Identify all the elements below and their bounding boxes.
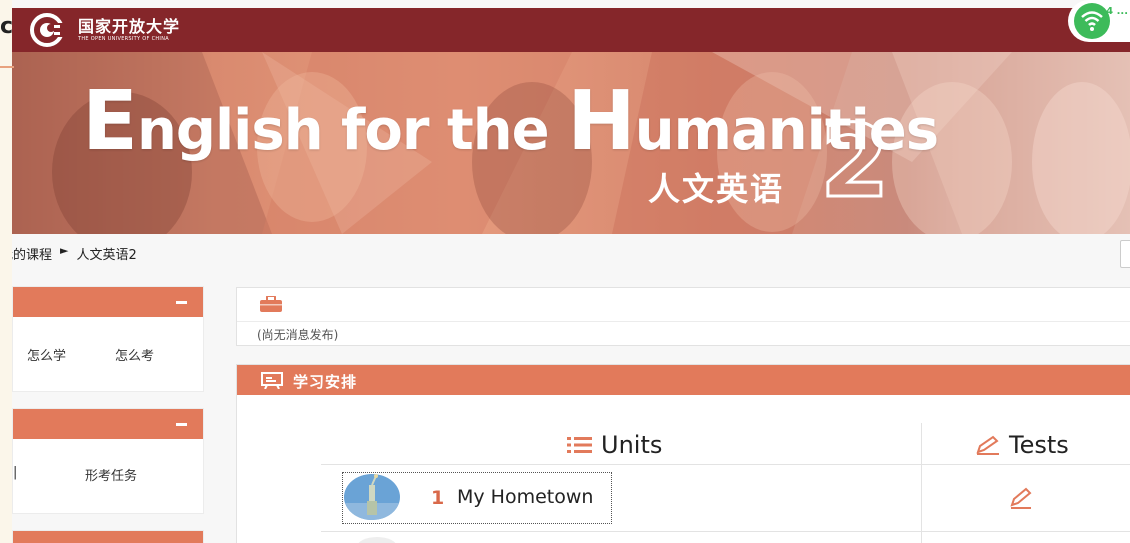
banner-course-title-cn: 人文英语	[648, 170, 785, 208]
unit-link-my-hometown[interactable]: 1 My Hometown	[342, 472, 612, 524]
browser-viewport: 国家开放大学 THE OPEN UNIVERSITY OF CHINA Engl…	[12, 0, 1130, 543]
schedule-icon	[261, 372, 283, 389]
edge-accent-line	[0, 66, 14, 68]
banner-course-number: 2	[819, 103, 892, 220]
sidebar-panel-header	[13, 287, 203, 317]
site-header: 国家开放大学 THE OPEN UNIVERSITY OF CHINA	[12, 8, 1130, 52]
list-icon	[567, 437, 592, 453]
next-unit-thumbnail[interactable]	[357, 537, 397, 543]
sidebar-item-how-to-exam[interactable]: 怎么考	[115, 345, 154, 364]
pencil-icon	[976, 435, 999, 455]
table-header-divider	[321, 464, 1130, 465]
tests-column-label: Tests	[1009, 431, 1069, 459]
study-schedule-panel: 学习安排 Units Tests 1 My Hometown	[236, 364, 1130, 543]
breadcrumb: 我的课程 ► 人文英语2	[12, 244, 137, 263]
collapse-icon[interactable]	[176, 301, 187, 304]
sidebar-panel-header	[13, 531, 203, 543]
statue-of-liberty-thumbnail	[344, 474, 400, 520]
column-divider	[921, 423, 922, 543]
university-name-en: THE OPEN UNIVERSITY OF CHINA	[78, 35, 169, 42]
sidebar-item-divider: |	[13, 465, 18, 480]
notice-icon	[260, 296, 282, 312]
breadcrumb-separator: ►	[60, 244, 69, 257]
unit-title: My Hometown	[457, 486, 594, 508]
network-status-overlay: 4 ...	[1068, 0, 1130, 42]
sidebar-panel-tasks: | 形考任务	[12, 408, 204, 514]
study-schedule-header: 学习安排	[237, 365, 1130, 395]
study-schedule-title: 学习安排	[293, 373, 358, 391]
sidebar-item-formative-tasks[interactable]: 形考任务	[85, 465, 137, 484]
units-column-label: Units	[601, 431, 663, 459]
university-name: 国家开放大学	[78, 16, 181, 36]
collapse-icon[interactable]	[176, 423, 187, 426]
sidebar-panel-header	[13, 409, 203, 439]
sidebar-panel-guide: 怎么学 怎么考	[12, 286, 204, 392]
units-column-header: Units	[567, 431, 662, 459]
network-status-text: 4 ...	[1106, 6, 1128, 17]
breadcrumb-current-course: 人文英语2	[76, 248, 137, 263]
edge-text-fragment: c	[0, 14, 14, 39]
announcement-text: (尚无消息发布)	[257, 328, 339, 342]
wifi-icon	[1074, 3, 1110, 39]
announcement-box: (尚无消息发布)	[236, 287, 1130, 346]
unit-number: 1	[431, 487, 445, 509]
course-banner: English for the Humanities 人文英语 2	[12, 52, 1130, 234]
pencil-icon[interactable]	[1009, 487, 1033, 509]
sidebar-panel-more	[12, 530, 204, 543]
breadcrumb-my-courses[interactable]: 我的课程	[12, 244, 52, 263]
table-row-divider	[321, 531, 1130, 532]
university-logo[interactable]: 国家开放大学 THE OPEN UNIVERSITY OF CHINA	[30, 13, 180, 47]
sidebar-item-how-to-learn[interactable]: 怎么学	[27, 345, 66, 364]
page-control-button[interactable]	[1120, 240, 1130, 268]
tests-column-header: Tests	[975, 431, 1069, 459]
banner-course-title: English for the Humanities	[82, 74, 939, 169]
announcement-divider	[237, 321, 1130, 322]
university-logo-icon	[30, 13, 70, 47]
